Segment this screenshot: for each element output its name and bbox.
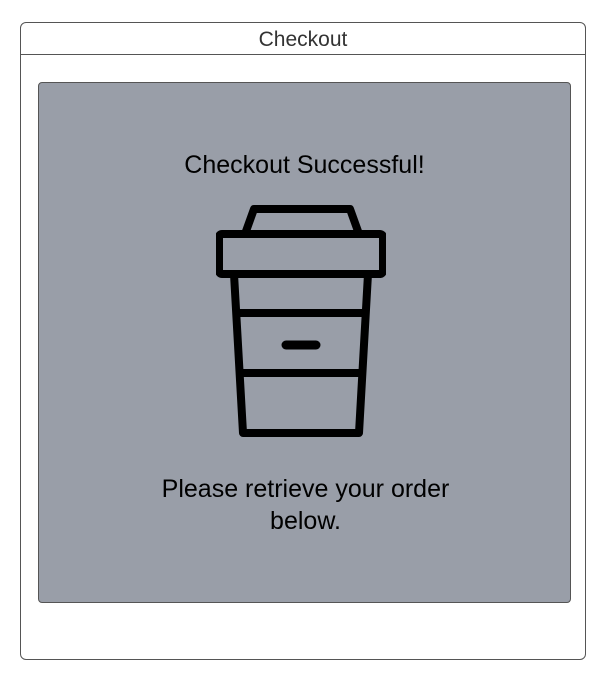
window-title: Checkout — [258, 28, 348, 51]
retrieve-order-message: Please retrieve your order below. — [161, 475, 450, 535]
window-titlebar: Checkout — [21, 23, 585, 55]
checkout-success-panel: Checkout Successful! Please retrieve you… — [38, 82, 571, 603]
success-heading: Checkout Successful! — [184, 151, 425, 179]
checkout-window: Checkout Checkout Successful! Please ret… — [20, 22, 586, 660]
coffee-cup-icon — [216, 205, 386, 437]
